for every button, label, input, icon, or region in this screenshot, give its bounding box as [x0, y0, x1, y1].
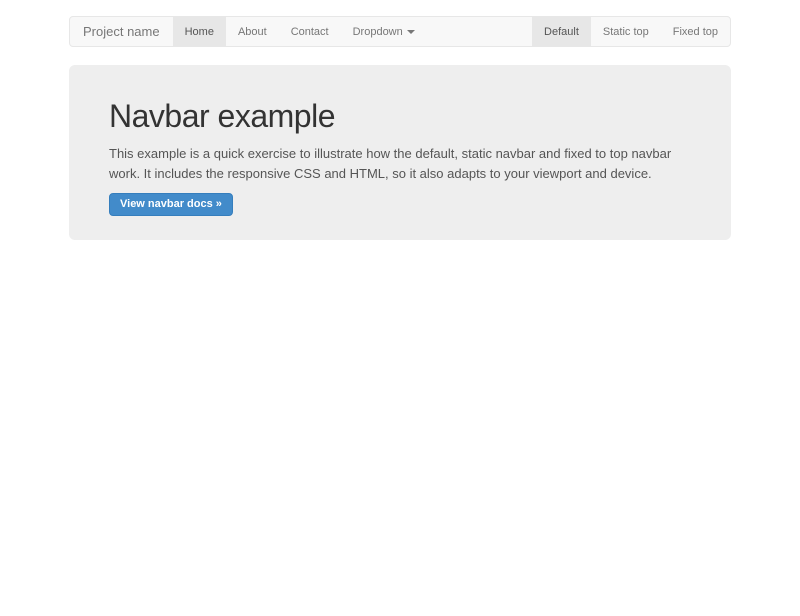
nav-item-static-top: Static top	[591, 17, 661, 46]
nav-dropdown-label: Dropdown	[353, 26, 403, 38]
navbar: Project name Home About Contact Dropdown…	[69, 16, 731, 47]
navbar-nav-left: Home About Contact Dropdown	[173, 17, 427, 46]
nav-item-fixed-top: Fixed top	[661, 17, 730, 46]
caret-down-icon	[407, 30, 415, 34]
nav-link-dropdown[interactable]: Dropdown	[341, 17, 427, 46]
page-title: Navbar example	[109, 99, 691, 134]
navbar-nav-right: Default Static top Fixed top	[532, 17, 730, 46]
nav-item-dropdown: Dropdown	[341, 17, 427, 46]
nav-item-home: Home	[173, 17, 226, 46]
jumbotron-description: This example is a quick exercise to illu…	[109, 144, 687, 184]
nav-link-fixed-top[interactable]: Fixed top	[661, 17, 730, 46]
nav-link-default[interactable]: Default	[532, 17, 591, 46]
nav-item-contact: Contact	[279, 17, 341, 46]
nav-item-about: About	[226, 17, 279, 46]
nav-link-about[interactable]: About	[226, 17, 279, 46]
view-navbar-docs-button[interactable]: View navbar docs »	[109, 193, 233, 216]
page-container: Project name Home About Contact Dropdown…	[69, 16, 731, 240]
nav-link-contact[interactable]: Contact	[279, 17, 341, 46]
nav-link-static-top[interactable]: Static top	[591, 17, 661, 46]
navbar-brand[interactable]: Project name	[70, 17, 173, 46]
nav-link-home[interactable]: Home	[173, 17, 226, 46]
jumbotron: Navbar example This example is a quick e…	[69, 65, 731, 240]
nav-item-default: Default	[532, 17, 591, 46]
